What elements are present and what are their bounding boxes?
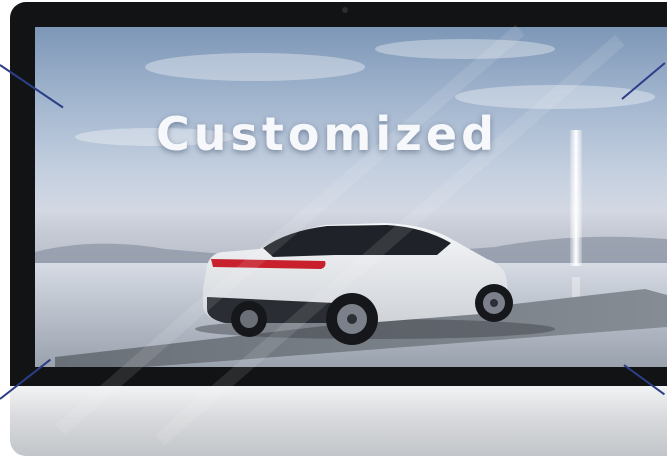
camera-icon <box>342 7 348 13</box>
scene-graphic <box>35 39 667 367</box>
monitor-chin <box>10 386 667 456</box>
headline-text: Customized <box>155 107 499 161</box>
monitor-screen: Customized <box>35 27 667 367</box>
suv-car-icon <box>195 223 555 345</box>
